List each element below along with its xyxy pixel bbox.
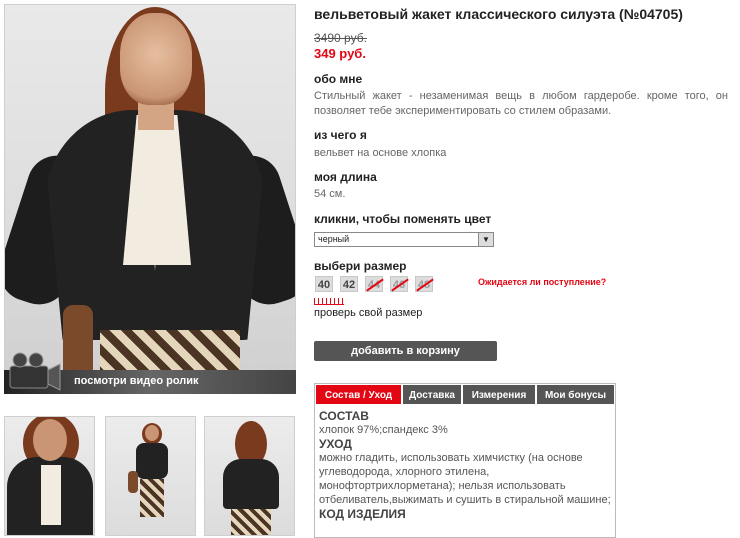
product-details-tabs: Состав / Уход Доставка Измерения Мои бон… — [314, 383, 616, 538]
thumbnail-2[interactable] — [105, 416, 196, 536]
material-text: вельвет на основе хлопка — [314, 147, 447, 159]
tab-content: СОСТАВ хлопок 97%;спандекс 3% УХОД можно… — [319, 409, 611, 521]
size-option-48-unavailable[interactable]: 48 — [415, 276, 433, 292]
video-camera-icon — [9, 352, 61, 391]
composition-text: хлопок 97%;спандекс 3% — [319, 424, 448, 436]
tab-composition-care[interactable]: Состав / Уход — [315, 384, 402, 405]
old-price: 3490 руб. — [314, 31, 367, 45]
code-heading: КОД ИЗДЕЛИЯ — [319, 507, 406, 521]
photo-model-head — [120, 13, 192, 105]
size-option-46-unavailable[interactable]: 46 — [390, 276, 408, 292]
size-option-42[interactable]: 42 — [340, 276, 358, 292]
thumb-skirt — [140, 479, 164, 517]
color-heading: кликни, чтобы поменять цвет — [314, 212, 492, 226]
ruler-icon[interactable] — [314, 298, 344, 305]
chevron-down-icon[interactable]: ▼ — [478, 233, 493, 246]
thumbnail-3[interactable] — [204, 416, 295, 536]
care-heading: УХОД — [319, 437, 352, 451]
composition-heading: СОСТАВ — [319, 409, 369, 423]
product-main-photo[interactable] — [4, 4, 296, 394]
about-heading: обо мне — [314, 72, 363, 86]
size-option-44-unavailable[interactable]: 44 — [365, 276, 383, 292]
thumb-blouse — [41, 465, 61, 525]
awaiting-stock-link[interactable]: Ожидается ли поступление? — [478, 277, 606, 287]
tab-bonuses[interactable]: Мои бонусы — [536, 384, 615, 405]
thumb-head — [145, 425, 159, 441]
add-to-cart-button[interactable]: добавить в корзину — [314, 341, 497, 361]
material-heading: из чего я — [314, 128, 367, 142]
color-select[interactable]: черный ▼ — [314, 232, 494, 247]
check-size-link[interactable]: проверь свой размер — [314, 307, 422, 319]
care-text: можно гладить, использовать химчистку (н… — [319, 452, 611, 506]
video-link-label: посмотри видео ролик — [74, 375, 199, 387]
color-select-value: черный — [318, 234, 350, 244]
thumb-jacket — [136, 443, 168, 479]
thumb-bag — [128, 471, 138, 493]
video-link-bar[interactable]: посмотри видео ролик — [4, 352, 296, 394]
tab-measurements[interactable]: Измерения — [462, 384, 536, 405]
product-title: вельветовый жакет классического силуэта … — [314, 6, 683, 22]
size-heading: выбери размер — [314, 259, 407, 273]
thumb-skirt — [231, 509, 271, 535]
thumb-jacket — [223, 459, 279, 509]
thumbnail-1[interactable] — [4, 416, 95, 536]
thumb-head — [33, 419, 67, 461]
new-price: 349 руб. — [314, 46, 366, 61]
tab-delivery[interactable]: Доставка — [402, 384, 462, 405]
length-heading: моя длина — [314, 170, 377, 184]
about-text: Стильный жакет - незаменимая вещь в любо… — [314, 90, 728, 117]
size-option-40[interactable]: 40 — [315, 276, 333, 292]
length-text: 54 см. — [314, 188, 346, 200]
